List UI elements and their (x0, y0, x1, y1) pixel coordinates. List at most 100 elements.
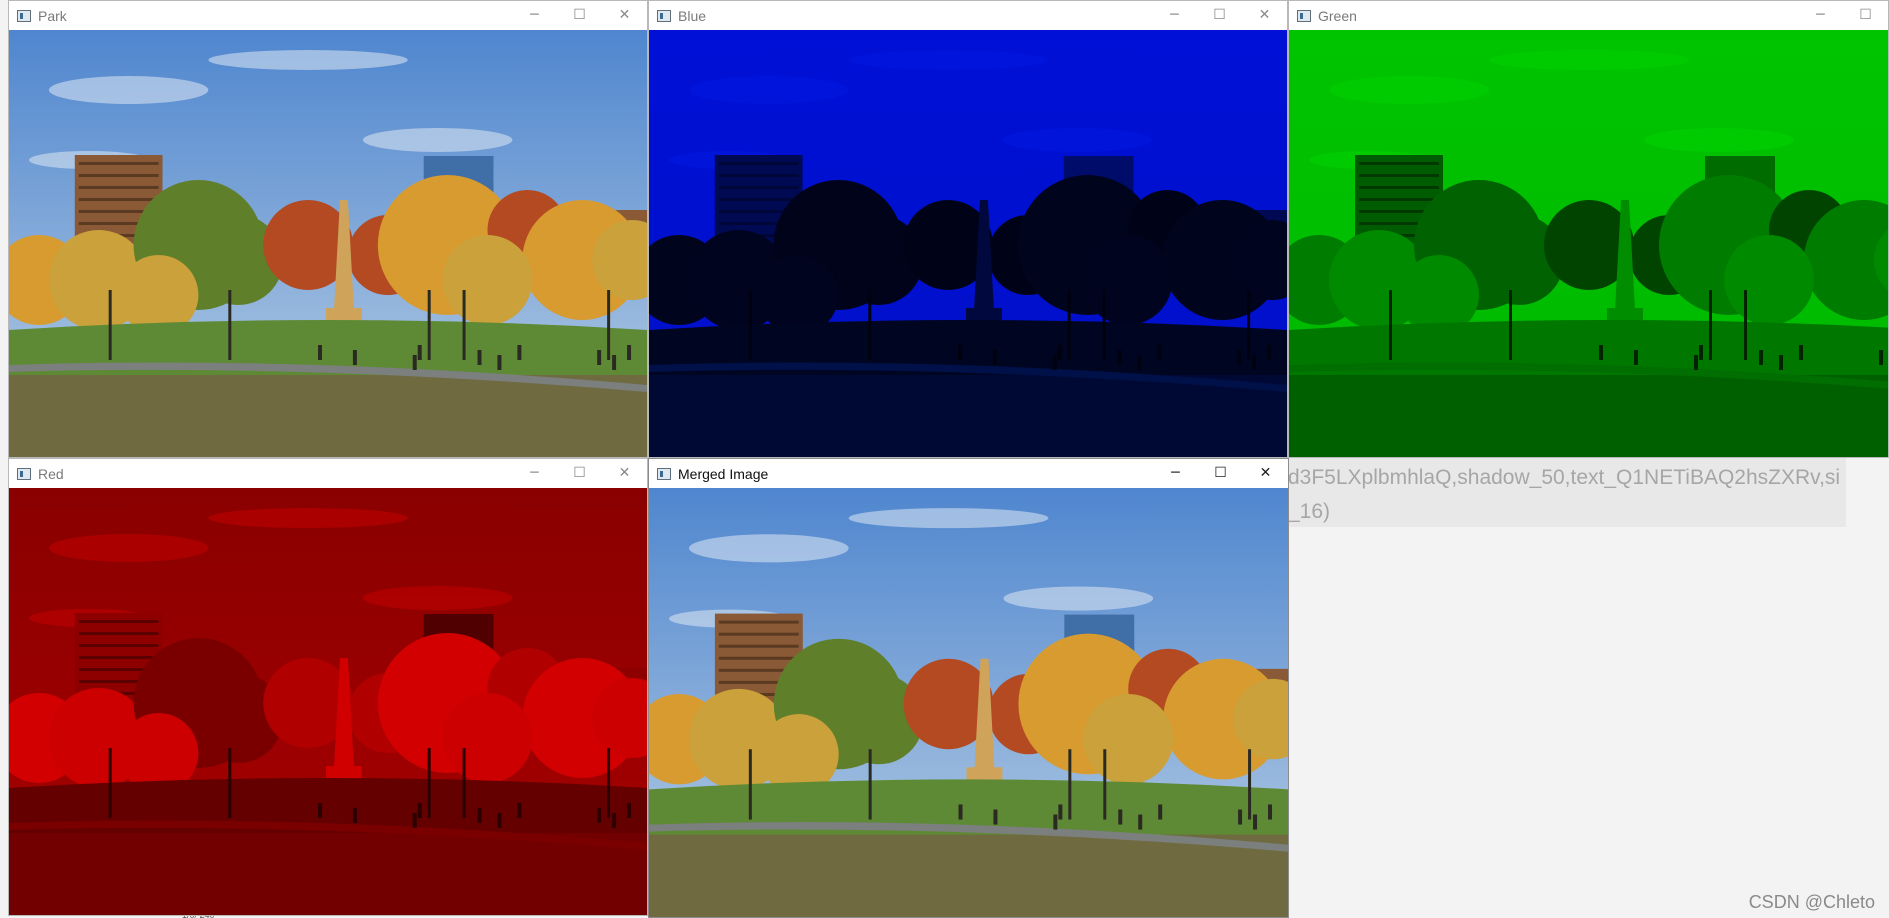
app-window-icon (657, 9, 671, 22)
person (1799, 345, 1803, 360)
window-titlebar[interactable]: Blue ─ ☐ ✕ (649, 1, 1287, 30)
window-merged-image[interactable]: Merged Image ─ ☐ ✕ (648, 458, 1289, 918)
person (958, 804, 963, 820)
lamp-post (748, 290, 752, 360)
person (1052, 355, 1057, 370)
person (1158, 804, 1163, 820)
building-window-row (1359, 186, 1439, 189)
person (318, 803, 323, 818)
lamp-post (462, 290, 466, 360)
lamp-post (1102, 290, 1106, 360)
building-window-row (1359, 174, 1439, 177)
minimize-icon[interactable]: ─ (512, 459, 557, 488)
window-green[interactable]: Green ─ ☐ (1288, 0, 1889, 458)
window-red[interactable]: Red ─ ☐ ✕ (8, 458, 648, 916)
maximize-icon[interactable]: ☐ (1843, 1, 1888, 30)
window-titlebar[interactable]: Park ─ ☐ ✕ (9, 1, 647, 30)
person (1694, 355, 1698, 370)
person (958, 345, 963, 360)
tree (1083, 693, 1174, 785)
monument-base (966, 308, 1002, 322)
app-window-icon (1297, 9, 1311, 22)
lamp-post (1067, 290, 1071, 360)
window-title: Blue (678, 7, 707, 24)
maximize-icon[interactable]: ☐ (1198, 459, 1243, 488)
minimize-icon[interactable]: ─ (1798, 1, 1843, 30)
person (1117, 350, 1122, 365)
lamp-post (1248, 749, 1252, 820)
cloud (1003, 586, 1154, 611)
maximize-icon[interactable]: ☐ (557, 459, 602, 488)
minimize-icon[interactable]: ─ (1153, 459, 1198, 488)
person (517, 345, 522, 360)
foreground-ground (649, 375, 1287, 457)
close-icon[interactable]: ✕ (602, 1, 647, 30)
cloud (688, 76, 849, 104)
window-blue[interactable]: Blue ─ ☐ ✕ (648, 0, 1288, 458)
background-url-text: d3F5LXplbmhlaQ,shadow_50,text_Q1NETiBAQ2… (1282, 455, 1846, 527)
lamp-post (228, 748, 232, 818)
lamp-post (462, 748, 466, 818)
close-icon[interactable]: ✕ (602, 459, 647, 488)
person (477, 350, 482, 365)
merged-image (649, 488, 1288, 917)
lamp-post (228, 290, 232, 360)
person (612, 813, 617, 828)
lamp-post (748, 749, 752, 820)
cloud (362, 128, 513, 152)
tree (442, 235, 533, 325)
minimize-icon[interactable]: ─ (1152, 1, 1197, 30)
cloud (1329, 76, 1489, 104)
close-icon[interactable]: ✕ (1243, 459, 1288, 488)
building-window-row (718, 162, 799, 165)
lamp-post (1247, 290, 1251, 360)
building-window-row (78, 174, 159, 177)
monument-base (326, 766, 362, 780)
cloud (48, 76, 209, 104)
cloud (1002, 128, 1153, 152)
person (497, 355, 502, 370)
app-window-icon (17, 467, 31, 480)
app-window-icon (17, 9, 31, 22)
person (417, 345, 422, 360)
cloud (848, 508, 1049, 529)
person (1058, 804, 1063, 820)
cloud (688, 534, 849, 563)
lamp-post (1744, 290, 1747, 360)
maximize-icon[interactable]: ☐ (557, 1, 602, 30)
lamp-post (868, 749, 872, 820)
person (352, 808, 357, 823)
csdn-watermark: CSDN @Chleto (1748, 892, 1875, 912)
cloud (362, 586, 513, 610)
maximize-icon[interactable]: ☐ (1197, 1, 1242, 30)
lamp-post (1103, 749, 1107, 820)
person (352, 350, 357, 365)
window-titlebar[interactable]: Red ─ ☐ ✕ (9, 459, 647, 488)
url-fragment-line-2: _16) (1288, 500, 1331, 523)
person (1634, 350, 1638, 365)
building-window-row (718, 174, 799, 177)
foreground-ground (9, 833, 647, 915)
tree (1082, 235, 1173, 325)
person (1879, 350, 1883, 365)
person (1157, 345, 1162, 360)
window-park[interactable]: Park ─ ☐ ✕ (8, 0, 648, 458)
cloud (48, 534, 209, 562)
minimize-icon[interactable]: ─ (512, 1, 557, 30)
window-titlebar[interactable]: Merged Image ─ ☐ ✕ (649, 459, 1288, 488)
person (477, 808, 482, 823)
person (627, 803, 632, 818)
window-title: Merged Image (678, 465, 769, 482)
foreground-ground (649, 834, 1288, 917)
close-icon[interactable]: ✕ (1242, 1, 1287, 30)
building-window-row (1359, 162, 1439, 165)
building-window-row (718, 632, 799, 636)
lamp-post (108, 290, 112, 360)
lamp-post (108, 748, 112, 818)
green-channel-image (1289, 30, 1888, 457)
person (412, 355, 417, 370)
building-window-row (78, 186, 159, 189)
person (992, 350, 997, 365)
window-titlebar[interactable]: Green ─ ☐ (1289, 1, 1888, 30)
lamp-post (1068, 749, 1072, 820)
